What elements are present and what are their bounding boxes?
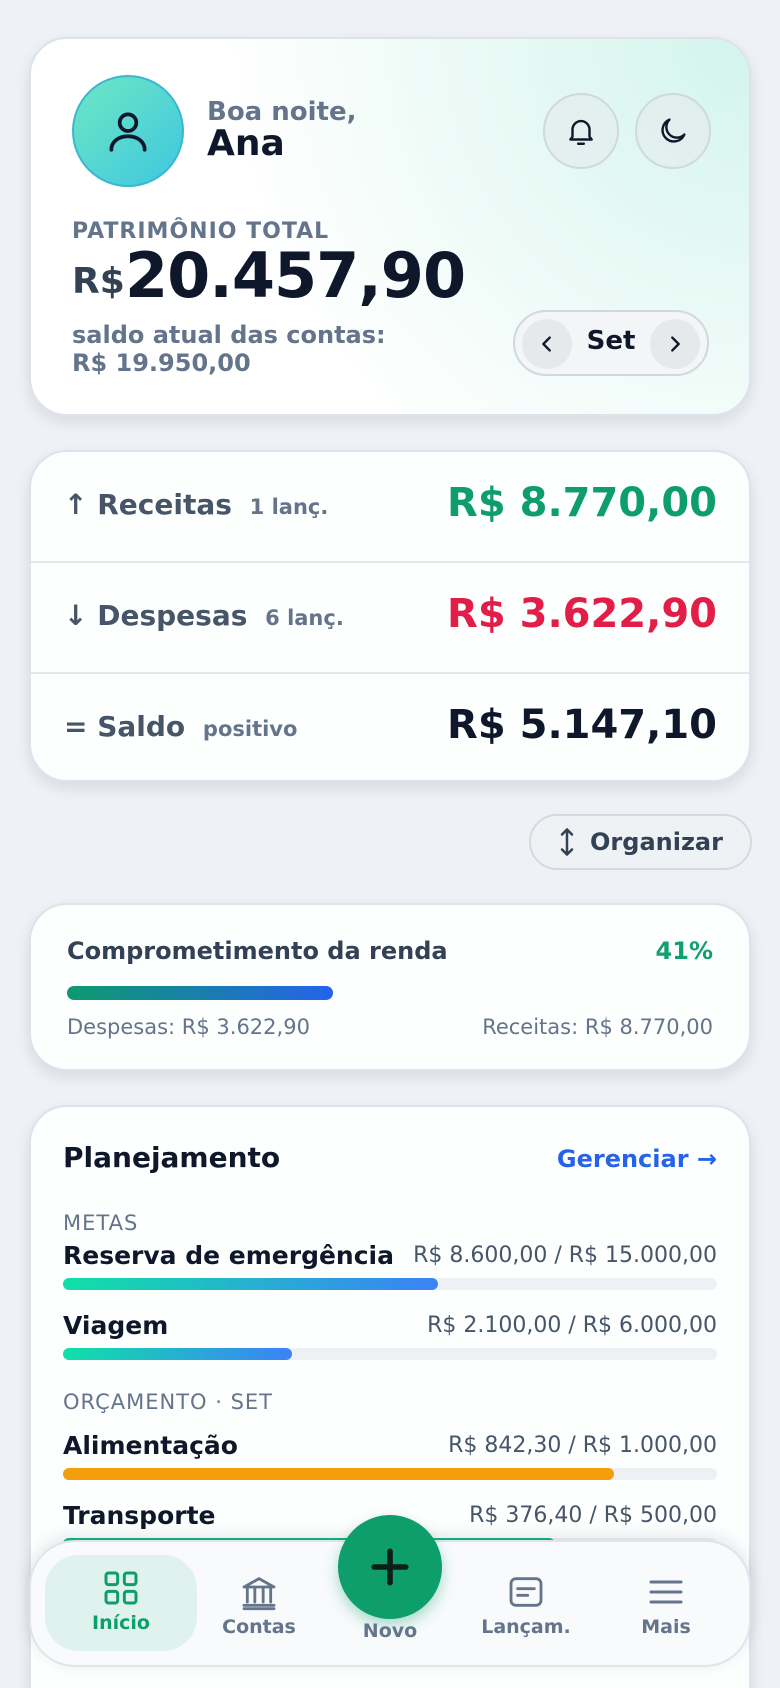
balance-label: saldo atual das contas: [72, 321, 386, 349]
total-value: 20.457,90 [125, 239, 466, 312]
total-currency: R$ [72, 261, 125, 302]
goal-name: Viagem [63, 1311, 169, 1340]
expenses-label: Despesas [97, 599, 248, 632]
month-selector: Set [513, 310, 709, 376]
user-name: Ana [207, 123, 285, 164]
goal-progress-fill [63, 1278, 438, 1290]
commitment-title: Comprometimento da renda [67, 937, 448, 965]
goal-progress-track [63, 1278, 717, 1290]
nav-item-inicio[interactable]: Início [45, 1555, 197, 1651]
nav-label: Contas [222, 1616, 296, 1638]
avatar[interactable] [72, 75, 184, 187]
commitment-progress-bar [67, 986, 333, 1000]
nav-label: Início [92, 1612, 150, 1634]
goals-section-label: METAS [63, 1211, 139, 1235]
nav-label: Lançam. [481, 1616, 571, 1638]
goal-progress-fill [63, 1348, 292, 1360]
commitment-expenses: Despesas: R$ 3.622,90 [67, 1015, 310, 1039]
header-card: Boa noite, Ana PATRIMÔNIO TOTAL R$ 20.45… [29, 37, 751, 416]
commitment-percent: 41% [655, 937, 713, 965]
balance-summary: saldo atual das contas: R$ 19.950,00 [72, 321, 386, 377]
expenses-row[interactable]: ↓ Despesas 6 lanç. R$ 3.622,90 [31, 563, 749, 673]
goal-name: Reserva de emergência [63, 1241, 394, 1270]
user-icon [109, 112, 147, 152]
bank-icon [242, 1577, 276, 1611]
budget-progress-track [63, 1468, 717, 1480]
goal-progress-track [63, 1348, 717, 1360]
income-count: 1 lanç. [249, 495, 329, 519]
expenses-arrow: ↓ [64, 599, 88, 632]
notifications-button[interactable] [543, 93, 619, 169]
next-month-button[interactable] [650, 319, 700, 369]
expenses-amount: R$ 3.622,90 [447, 591, 717, 637]
sort-vertical-icon [560, 828, 574, 856]
income-amount: R$ 8.770,00 [447, 480, 717, 526]
receipt-icon [509, 1577, 543, 1607]
goal-value: R$ 8.600,00 / R$ 15.000,00 [413, 1243, 717, 1268]
budget-name: Transporte [63, 1501, 216, 1530]
income-commitment-card: Comprometimento da renda 41% Despesas: R… [29, 903, 751, 1071]
commitment-income: Receitas: R$ 8.770,00 [482, 1015, 713, 1039]
expenses-count: 6 lanç. [265, 606, 344, 630]
new-entry-button[interactable] [338, 1515, 442, 1619]
goal-value: R$ 2.100,00 / R$ 6.000,00 [427, 1313, 717, 1338]
chevron-right-icon [671, 336, 680, 352]
budget-progress-fill [63, 1468, 614, 1480]
income-label: Receitas [97, 488, 232, 521]
income-arrow: ↑ [64, 488, 88, 521]
new-entry-label: Novo [362, 1620, 418, 1642]
organize-button[interactable]: Organizar [529, 814, 752, 870]
moon-icon [661, 118, 686, 143]
balance-row[interactable]: = Saldo positivo R$ 5.147,10 [31, 674, 749, 784]
nav-item-mais[interactable]: Mais [606, 1542, 726, 1669]
balance-status: positivo [202, 717, 298, 741]
budget-value: R$ 376,40 / R$ 500,00 [469, 1503, 717, 1528]
nav-label: Mais [641, 1616, 691, 1638]
balance-symbol: = [64, 710, 88, 743]
income-row[interactable]: ↑ Receitas 1 lanç. R$ 8.770,00 [31, 452, 749, 562]
grid-icon [104, 1571, 138, 1605]
organize-label: Organizar [590, 828, 723, 856]
plus-icon [371, 1548, 409, 1586]
income-label-group: ↑ Receitas 1 lanç. [64, 488, 328, 521]
balance-value: R$ 19.950,00 [72, 349, 251, 377]
theme-toggle-button[interactable] [635, 93, 711, 169]
bell-icon [569, 119, 593, 145]
nav-item-contas[interactable]: Contas [199, 1542, 319, 1669]
budget-section-label: ORÇAMENTO · SET [63, 1390, 274, 1414]
summary-card: ↑ Receitas 1 lanç. R$ 8.770,00 ↓ Despesa… [29, 450, 751, 782]
expenses-label-group: ↓ Despesas 6 lanç. [64, 599, 344, 632]
nav-item-lancamentos[interactable]: Lançam. [456, 1542, 596, 1669]
balance-row-label: Saldo [97, 710, 186, 743]
manage-link[interactable]: Gerenciar → [557, 1145, 717, 1173]
balance-amount: R$ 5.147,10 [447, 702, 717, 748]
balance-label-group: = Saldo positivo [64, 710, 297, 743]
budget-value: R$ 842,30 / R$ 1.000,00 [448, 1433, 717, 1458]
menu-icon [649, 1580, 683, 1604]
budget-name: Alimentação [63, 1431, 238, 1460]
planning-title: Planejamento [63, 1141, 281, 1174]
